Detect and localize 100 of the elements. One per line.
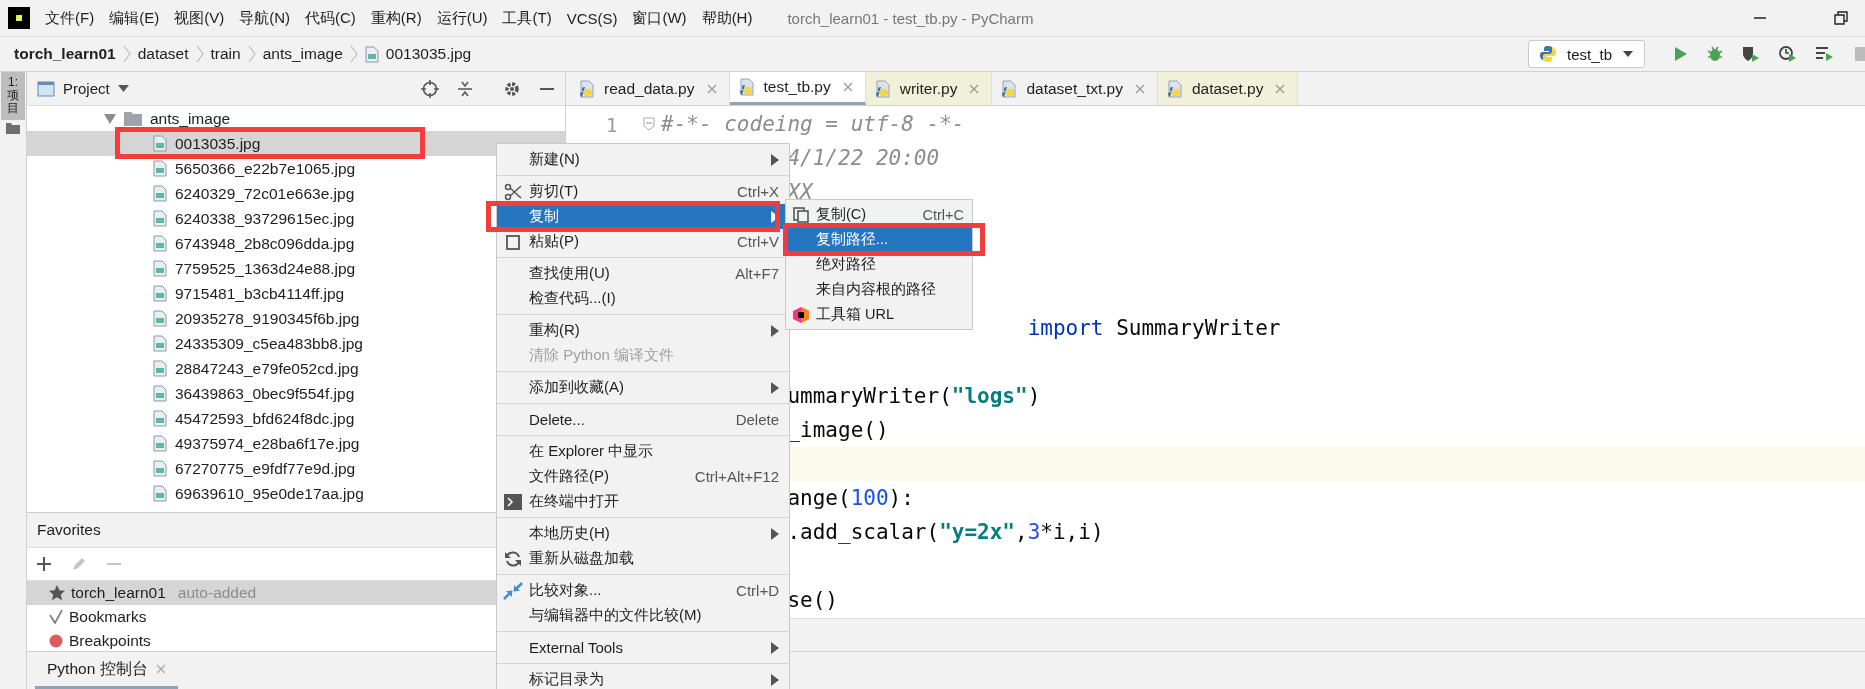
breadcrumb-item[interactable]: dataset — [137, 45, 189, 63]
tree-item[interactable]: 9715481_b3cb4114ff.jpg — [175, 284, 345, 303]
menu-item[interactable]: 文件路径(P) Ctrl+Alt+F12 — [497, 464, 789, 489]
tree-item[interactable]: 0013035.jpg — [175, 134, 261, 153]
image-file-icon — [153, 235, 167, 252]
favorites-item[interactable]: Bookmarks — [69, 608, 147, 626]
tree-item[interactable]: 6240338_93729615ec.jpg — [175, 209, 355, 228]
run-config-dropdown[interactable]: test_tb — [1527, 40, 1645, 68]
menu-item[interactable]: 导航(N) — [239, 8, 290, 28]
shortcut-label: Ctrl+V — [736, 233, 779, 250]
image-file-icon — [153, 485, 167, 502]
menu-item[interactable]: 帮助(H) — [701, 8, 753, 28]
menu-item[interactable]: VCS(S) — [566, 9, 618, 27]
editor-tab[interactable]: dataset_txt.py — [992, 72, 1158, 105]
tree-item[interactable]: 24335309_c5ea483bb8.jpg — [175, 334, 363, 353]
image-file-icon — [153, 160, 167, 177]
menu-item[interactable]: 查找使用(U) Alt+F7 — [497, 261, 789, 286]
close-icon[interactable] — [842, 82, 853, 92]
tree-item[interactable]: 36439863_0bec9f554f.jpg — [175, 384, 355, 403]
bug-icon[interactable] — [1706, 45, 1724, 63]
list-play-icon[interactable] — [1815, 45, 1835, 63]
favorites-item[interactable]: torch_learn01 — [71, 584, 166, 602]
menu-item[interactable]: 重构(R) — [497, 318, 789, 343]
breadcrumb-item[interactable]: ants_image — [262, 45, 343, 63]
tree-item[interactable]: 6743948_2b8c096dda.jpg — [175, 234, 355, 253]
close-icon[interactable] — [155, 664, 166, 674]
crosshair-icon[interactable] — [421, 79, 439, 98]
tree-item[interactable]: 20935278_9190345f6b.jpg — [175, 309, 360, 328]
collapse-icon[interactable] — [457, 79, 473, 98]
menu-item[interactable]: 本地历史(H) — [497, 521, 789, 546]
tree-item[interactable]: 49375974_e28ba6f17e.jpg — [175, 434, 360, 453]
image-file-icon — [153, 260, 167, 277]
menu-item[interactable]: 重新从磁盘加载 — [497, 546, 789, 575]
add-icon[interactable] — [37, 557, 51, 571]
image-file-icon — [153, 335, 167, 352]
menu-item[interactable]: Delete... Delete — [497, 407, 789, 436]
expand-arrow-icon[interactable] — [104, 113, 116, 124]
breadcrumb-item[interactable]: 0013035.jpg — [385, 45, 472, 63]
scissors-icon — [504, 182, 522, 201]
menu-item[interactable]: 新建(N) — [497, 147, 789, 176]
tree-item[interactable]: 6240329_72c01e663e.jpg — [175, 184, 355, 203]
caret-icon[interactable] — [117, 85, 129, 92]
favorites-item[interactable]: Breakpoints — [69, 632, 151, 650]
menu-item[interactable]: 绝对路径 — [786, 252, 972, 277]
clock-play-icon[interactable] — [1778, 45, 1798, 63]
submenu-arrow-icon — [771, 673, 779, 686]
menu-item[interactable]: 添加到收藏(A) — [497, 375, 789, 404]
tree-item[interactable]: 67270775_e9fdf77e9d.jpg — [175, 459, 356, 478]
menu-item[interactable]: 文件(F) — [45, 8, 95, 28]
image-file-icon — [153, 210, 167, 227]
close-icon[interactable] — [706, 83, 717, 94]
tree-item[interactable]: 45472593_bfd624f8dc.jpg — [175, 409, 355, 428]
project-tool-tab[interactable]: 1:项目 — [1, 72, 25, 120]
close-icon[interactable] — [969, 83, 980, 94]
image-file-icon — [153, 460, 167, 477]
menu-item[interactable]: 标记目录为 — [497, 667, 789, 689]
editor-tab[interactable]: writer.py — [865, 72, 993, 105]
menu-item[interactable]: 在终端中打开 — [497, 489, 789, 518]
settings-icon[interactable] — [503, 79, 521, 98]
menu-item[interactable]: 编辑(E) — [109, 8, 160, 28]
submenu-arrow-icon — [771, 381, 779, 394]
tool-window-tab[interactable]: Python 控制台 — [35, 652, 178, 689]
menu-item[interactable]: 视图(V) — [174, 8, 225, 28]
compare-arrows-icon — [503, 581, 523, 600]
tree-item[interactable]: 7759525_1363d24e88.jpg — [175, 259, 356, 278]
menu-item[interactable]: 来自内容根的路径 — [786, 277, 972, 302]
menu-item[interactable]: 剪切(T) Ctrl+X — [497, 179, 789, 204]
app-logo-icon — [8, 7, 30, 29]
clipboard-icon — [505, 233, 521, 250]
tree-item[interactable]: 5650366_e22b7e1065.jpg — [175, 159, 356, 178]
menu-item[interactable]: 工具(T) — [502, 8, 552, 28]
shield-play-icon[interactable] — [1741, 45, 1761, 63]
menu-item[interactable]: 重构(R) — [370, 8, 422, 28]
tree-item[interactable]: ants_image — [150, 109, 231, 128]
star-icon — [49, 585, 65, 601]
menu-item[interactable]: 复制(C) Ctrl+C — [786, 202, 972, 227]
menu-item[interactable]: 代码(C) — [305, 8, 356, 28]
menu-item[interactable]: 工具箱 URL — [786, 302, 972, 327]
submenu-arrow-icon — [771, 153, 779, 166]
panel-title[interactable]: Project — [63, 80, 110, 97]
menu-item[interactable]: 窗口(W) — [632, 8, 687, 28]
menu-item[interactable]: 在 Explorer 中显示 — [497, 439, 789, 464]
breadcrumb-item[interactable]: torch_learn01 — [14, 45, 116, 63]
editor-tab[interactable]: dataset.py — [1157, 72, 1299, 105]
menu-item[interactable]: 与编辑器中的文件比较(M) — [497, 603, 789, 632]
close-icon[interactable] — [1275, 83, 1286, 94]
menu-item[interactable]: 比较对象... Ctrl+D — [497, 578, 789, 603]
restore-icon[interactable] — [1833, 10, 1849, 26]
chevron-icon — [195, 44, 204, 64]
menu-item[interactable]: External Tools — [497, 635, 789, 664]
menu-item[interactable]: 运行(U) — [436, 8, 488, 28]
tree-item[interactable]: 28847243_e79fe052cd.jpg — [175, 359, 359, 378]
editor-tab[interactable]: test_tb.py — [729, 72, 866, 105]
fold-marker-icon[interactable] — [643, 117, 655, 131]
editor-tab[interactable]: read_data.py — [570, 72, 730, 105]
code-line: #-*- codeing = utf-8 -*- — [661, 112, 965, 136]
breadcrumb-item[interactable]: train — [210, 45, 241, 63]
close-icon[interactable] — [1134, 83, 1145, 94]
pencil-icon[interactable] — [71, 556, 87, 572]
tree-item[interactable]: 69639610_95e0de17aa.jpg — [175, 484, 364, 503]
